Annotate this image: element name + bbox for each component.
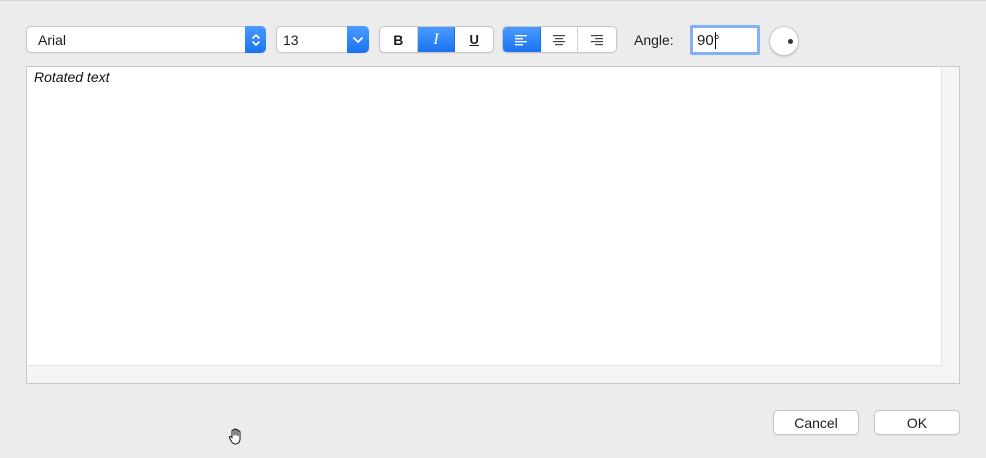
align-right-button[interactable] bbox=[578, 27, 616, 52]
text-editor-frame: Rotated text bbox=[26, 66, 960, 384]
italic-label: I bbox=[433, 30, 439, 48]
text-editor[interactable]: Rotated text bbox=[27, 67, 942, 366]
font-size-value[interactable]: 13 bbox=[283, 32, 299, 48]
text-style-segmented: B I U bbox=[379, 26, 494, 53]
rotated-text-dialog: Arial 13 B I U Angle: 90° Rotated text C… bbox=[0, 0, 986, 458]
chevron-down-icon[interactable] bbox=[347, 26, 369, 53]
ok-button[interactable]: OK bbox=[874, 410, 960, 435]
align-right-icon bbox=[591, 34, 604, 45]
align-center-icon bbox=[553, 34, 565, 45]
font-family-select[interactable]: Arial bbox=[26, 26, 266, 53]
knob-indicator bbox=[788, 39, 793, 44]
cancel-button[interactable]: Cancel bbox=[773, 410, 859, 435]
align-center-button[interactable] bbox=[541, 27, 579, 52]
bold-label: B bbox=[393, 31, 404, 48]
angle-input[interactable]: 90° bbox=[690, 25, 760, 55]
rotation-knob-icon[interactable] bbox=[769, 26, 799, 56]
angle-value: 90° bbox=[697, 32, 720, 49]
alignment-segmented bbox=[502, 26, 617, 53]
editor-text: Rotated text bbox=[34, 69, 110, 85]
up-down-chevron-icon[interactable] bbox=[245, 26, 266, 53]
underline-label: U bbox=[469, 32, 479, 47]
underline-button[interactable]: U bbox=[455, 27, 493, 52]
text-caret bbox=[715, 32, 716, 49]
hand-cursor-icon bbox=[228, 428, 241, 445]
font-size-combo[interactable]: 13 bbox=[276, 26, 369, 53]
angle-label: Angle: bbox=[634, 32, 674, 48]
font-family-value: Arial bbox=[38, 32, 67, 48]
align-left-icon bbox=[515, 34, 528, 45]
italic-button[interactable]: I bbox=[417, 27, 456, 52]
bold-button[interactable]: B bbox=[380, 27, 418, 52]
align-left-button[interactable] bbox=[503, 27, 541, 52]
